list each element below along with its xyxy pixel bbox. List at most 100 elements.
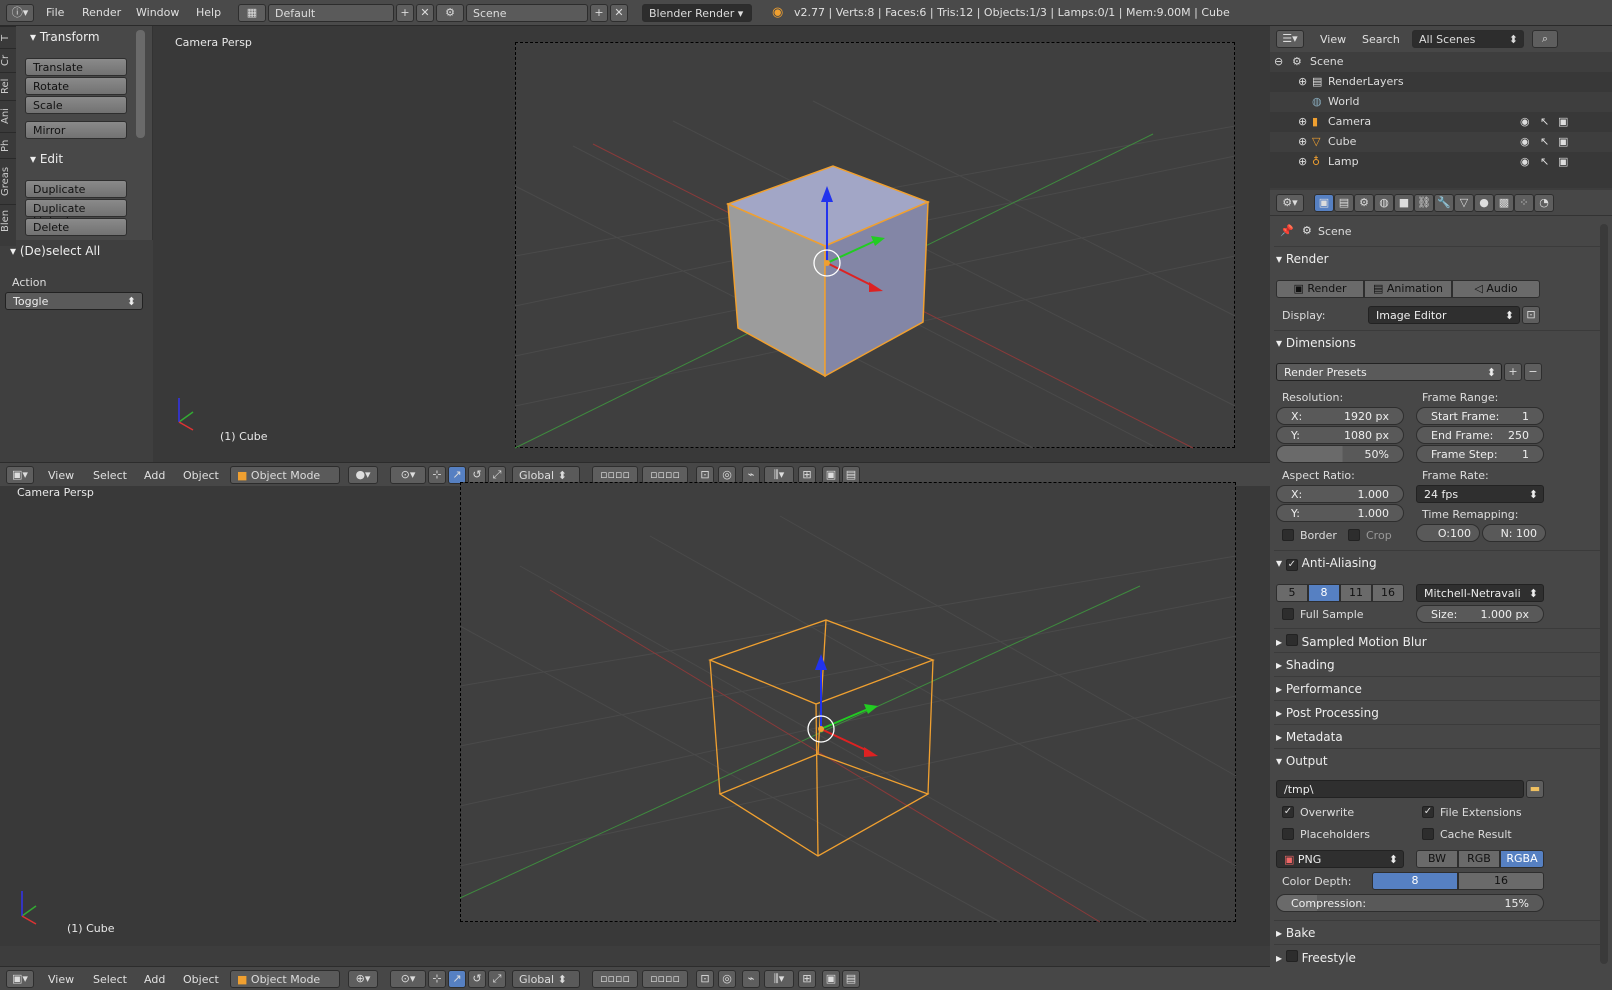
- placeholders-checkbox[interactable]: [1282, 828, 1294, 840]
- outliner-row-lamp[interactable]: ⊕ ♁ Lamp ◉ ↖ ▣: [1270, 152, 1612, 172]
- gizmo-y-axis-bottom[interactable]: [820, 708, 869, 730]
- frame-step-field[interactable]: Frame Step: 1: [1416, 445, 1544, 463]
- viewport-bottom[interactable]: Camera Persp (1) Cube: [0, 482, 1270, 946]
- duplicate-linked-button[interactable]: Duplicate Linked: [25, 199, 127, 228]
- scene-icon[interactable]: ⚙: [436, 4, 464, 22]
- render-animation-button[interactable]: ▤ Animation: [1364, 280, 1452, 298]
- opengl-animation-icon-bottom[interactable]: ▤: [842, 970, 860, 988]
- aa-samples-8[interactable]: 8: [1308, 584, 1340, 602]
- outliner-row-cube[interactable]: ⊕ ▽ Cube ◉ ↖ ▣: [1270, 132, 1612, 152]
- mirror-button[interactable]: Mirror: [25, 121, 127, 139]
- color-mode-rgba[interactable]: RGBA: [1500, 850, 1544, 868]
- editor-type-3dview-icon[interactable]: ▣▾: [6, 466, 34, 484]
- mode-select[interactable]: ■ Object Mode: [230, 466, 340, 484]
- tab-tools[interactable]: T: [0, 26, 16, 48]
- opengl-render-icon-bottom[interactable]: ▣: [822, 970, 840, 988]
- render-still-button[interactable]: ▣ Render: [1276, 280, 1364, 298]
- render-presets-select[interactable]: Render Presets ⬍: [1276, 363, 1502, 381]
- bake-panel-header[interactable]: ▸ Bake: [1276, 926, 1315, 940]
- dimensions-panel-header[interactable]: ▾ Dimensions: [1276, 336, 1356, 350]
- edit-panel-header[interactable]: ▾ Edit: [30, 152, 63, 166]
- render-camera-icon[interactable]: ▣: [1558, 135, 1568, 148]
- aa-filter-select[interactable]: Mitchell-Netravali ⬍: [1416, 584, 1544, 602]
- transform-orientation-select-bottom[interactable]: Global ⬍: [512, 970, 580, 988]
- render-panel-header[interactable]: ▾ Render: [1276, 252, 1329, 266]
- color-mode-rgb[interactable]: RGB: [1458, 850, 1500, 868]
- modifiers-tab-icon[interactable]: 🔧: [1434, 194, 1454, 212]
- output-path-field[interactable]: /tmp\: [1276, 780, 1524, 798]
- color-mode-bw[interactable]: BW: [1416, 850, 1458, 868]
- properties-scrollbar[interactable]: [1600, 224, 1608, 964]
- add-layout-icon[interactable]: +: [396, 4, 414, 22]
- editor-type-properties-icon[interactable]: ⚙▾: [1276, 194, 1304, 212]
- outliner-search-menu[interactable]: Search: [1362, 33, 1400, 46]
- menu-window[interactable]: Window: [136, 6, 179, 19]
- visibility-eye-icon[interactable]: ◉: [1520, 135, 1530, 148]
- full-sample-checkbox[interactable]: [1282, 608, 1294, 620]
- menu-render[interactable]: Render: [82, 6, 121, 19]
- aa-samples-5[interactable]: 5: [1276, 584, 1308, 602]
- collapse-icon[interactable]: ⊖: [1274, 55, 1283, 68]
- motion-blur-panel-header[interactable]: ▸ Sampled Motion Blur: [1276, 634, 1427, 649]
- action-select[interactable]: Toggle ⬍: [5, 292, 143, 310]
- tab-physics[interactable]: Ph: [0, 132, 16, 158]
- screen-layout-icon[interactable]: ▦: [238, 4, 266, 22]
- menu-help[interactable]: Help: [196, 6, 221, 19]
- editor-type-3dview-icon-bottom[interactable]: ▣▾: [6, 970, 34, 988]
- header-object-menu[interactable]: Object: [183, 469, 219, 482]
- expand-icon[interactable]: ⊕: [1298, 75, 1307, 88]
- scale-button[interactable]: Scale: [25, 96, 127, 114]
- border-checkbox[interactable]: [1282, 529, 1294, 541]
- manipulator-toggle-icon-bottom[interactable]: ⊹: [428, 970, 446, 988]
- texture-tab-icon[interactable]: ▩: [1494, 194, 1514, 212]
- constraints-tab-icon[interactable]: ⛓: [1414, 194, 1434, 212]
- world-tab-icon[interactable]: ◍: [1374, 194, 1394, 212]
- visibility-eye-icon[interactable]: ◉: [1520, 115, 1530, 128]
- remove-preset-icon[interactable]: −: [1524, 363, 1542, 381]
- aa-samples-16[interactable]: 16: [1372, 584, 1404, 602]
- delete-button[interactable]: Delete: [25, 218, 127, 236]
- expand-icon[interactable]: ⊕: [1298, 135, 1307, 148]
- render-audio-button[interactable]: ◁ Audio: [1452, 280, 1540, 298]
- start-frame-field[interactable]: Start Frame: 1: [1416, 407, 1544, 425]
- manipulator-toggle-icon[interactable]: ⊹: [428, 466, 446, 484]
- header-object-menu-bottom[interactable]: Object: [183, 973, 219, 986]
- render-camera-icon[interactable]: ▣: [1558, 115, 1568, 128]
- material-tab-icon[interactable]: ●: [1474, 194, 1494, 212]
- shading-panel-header[interactable]: ▸ Shading: [1276, 658, 1335, 672]
- tab-create[interactable]: Cr: [0, 48, 16, 72]
- aspect-y-field[interactable]: Y: 1.000: [1276, 504, 1404, 522]
- viewport-top[interactable]: Camera Persp (1) Cube: [153, 26, 1270, 462]
- file-format-select[interactable]: ▣ PNG ⬍: [1276, 850, 1404, 868]
- add-preset-icon[interactable]: +: [1504, 363, 1522, 381]
- header-add-menu-bottom[interactable]: Add: [144, 973, 165, 986]
- overwrite-checkbox[interactable]: ✓: [1282, 806, 1294, 818]
- rotate-button[interactable]: Rotate: [25, 77, 127, 95]
- resolution-percentage-slider[interactable]: 50%: [1276, 445, 1404, 463]
- select-cursor-icon[interactable]: ↖: [1540, 155, 1549, 168]
- data-tab-icon[interactable]: ▽: [1454, 194, 1474, 212]
- operator-panel-header[interactable]: ▾ (De)select All: [10, 244, 100, 258]
- layers-grid-1-icon-bottom[interactable]: ▫▫▫▫: [592, 970, 638, 988]
- header-add-menu[interactable]: Add: [144, 469, 165, 482]
- render-layers-tab-icon[interactable]: ▤: [1334, 194, 1354, 212]
- scene-field[interactable]: Scene: [466, 4, 588, 22]
- editor-type-info-icon[interactable]: ⓘ▾: [6, 4, 34, 22]
- frame-rate-select[interactable]: 24 fps ⬍: [1416, 485, 1544, 503]
- lock-camera-icon-bottom[interactable]: ⊡: [696, 970, 714, 988]
- expand-icon[interactable]: ⊕: [1298, 115, 1307, 128]
- visibility-eye-icon[interactable]: ◉: [1520, 155, 1530, 168]
- remap-new-field[interactable]: N: 100: [1482, 524, 1546, 542]
- outliner-row-renderlayers[interactable]: ⊕ ▤ RenderLayers: [1270, 72, 1612, 92]
- rotate-manipulator-icon-bottom[interactable]: ↺: [468, 970, 486, 988]
- tab-relations[interactable]: Rel: [0, 72, 16, 100]
- metadata-panel-header[interactable]: ▸ Metadata: [1276, 730, 1343, 744]
- tab-animation[interactable]: Ani: [0, 100, 16, 132]
- aa-size-field[interactable]: Size: 1.000 px: [1416, 605, 1544, 623]
- freestyle-checkbox[interactable]: [1285, 950, 1298, 962]
- resolution-y-field[interactable]: Y: 1080 px: [1276, 426, 1404, 444]
- viewport-shading-icon-bottom[interactable]: ⊕▾: [348, 970, 378, 988]
- motion-blur-checkbox[interactable]: [1285, 634, 1298, 646]
- tab-blender[interactable]: Blen: [0, 204, 16, 236]
- compression-slider[interactable]: Compression: 15%: [1276, 894, 1544, 912]
